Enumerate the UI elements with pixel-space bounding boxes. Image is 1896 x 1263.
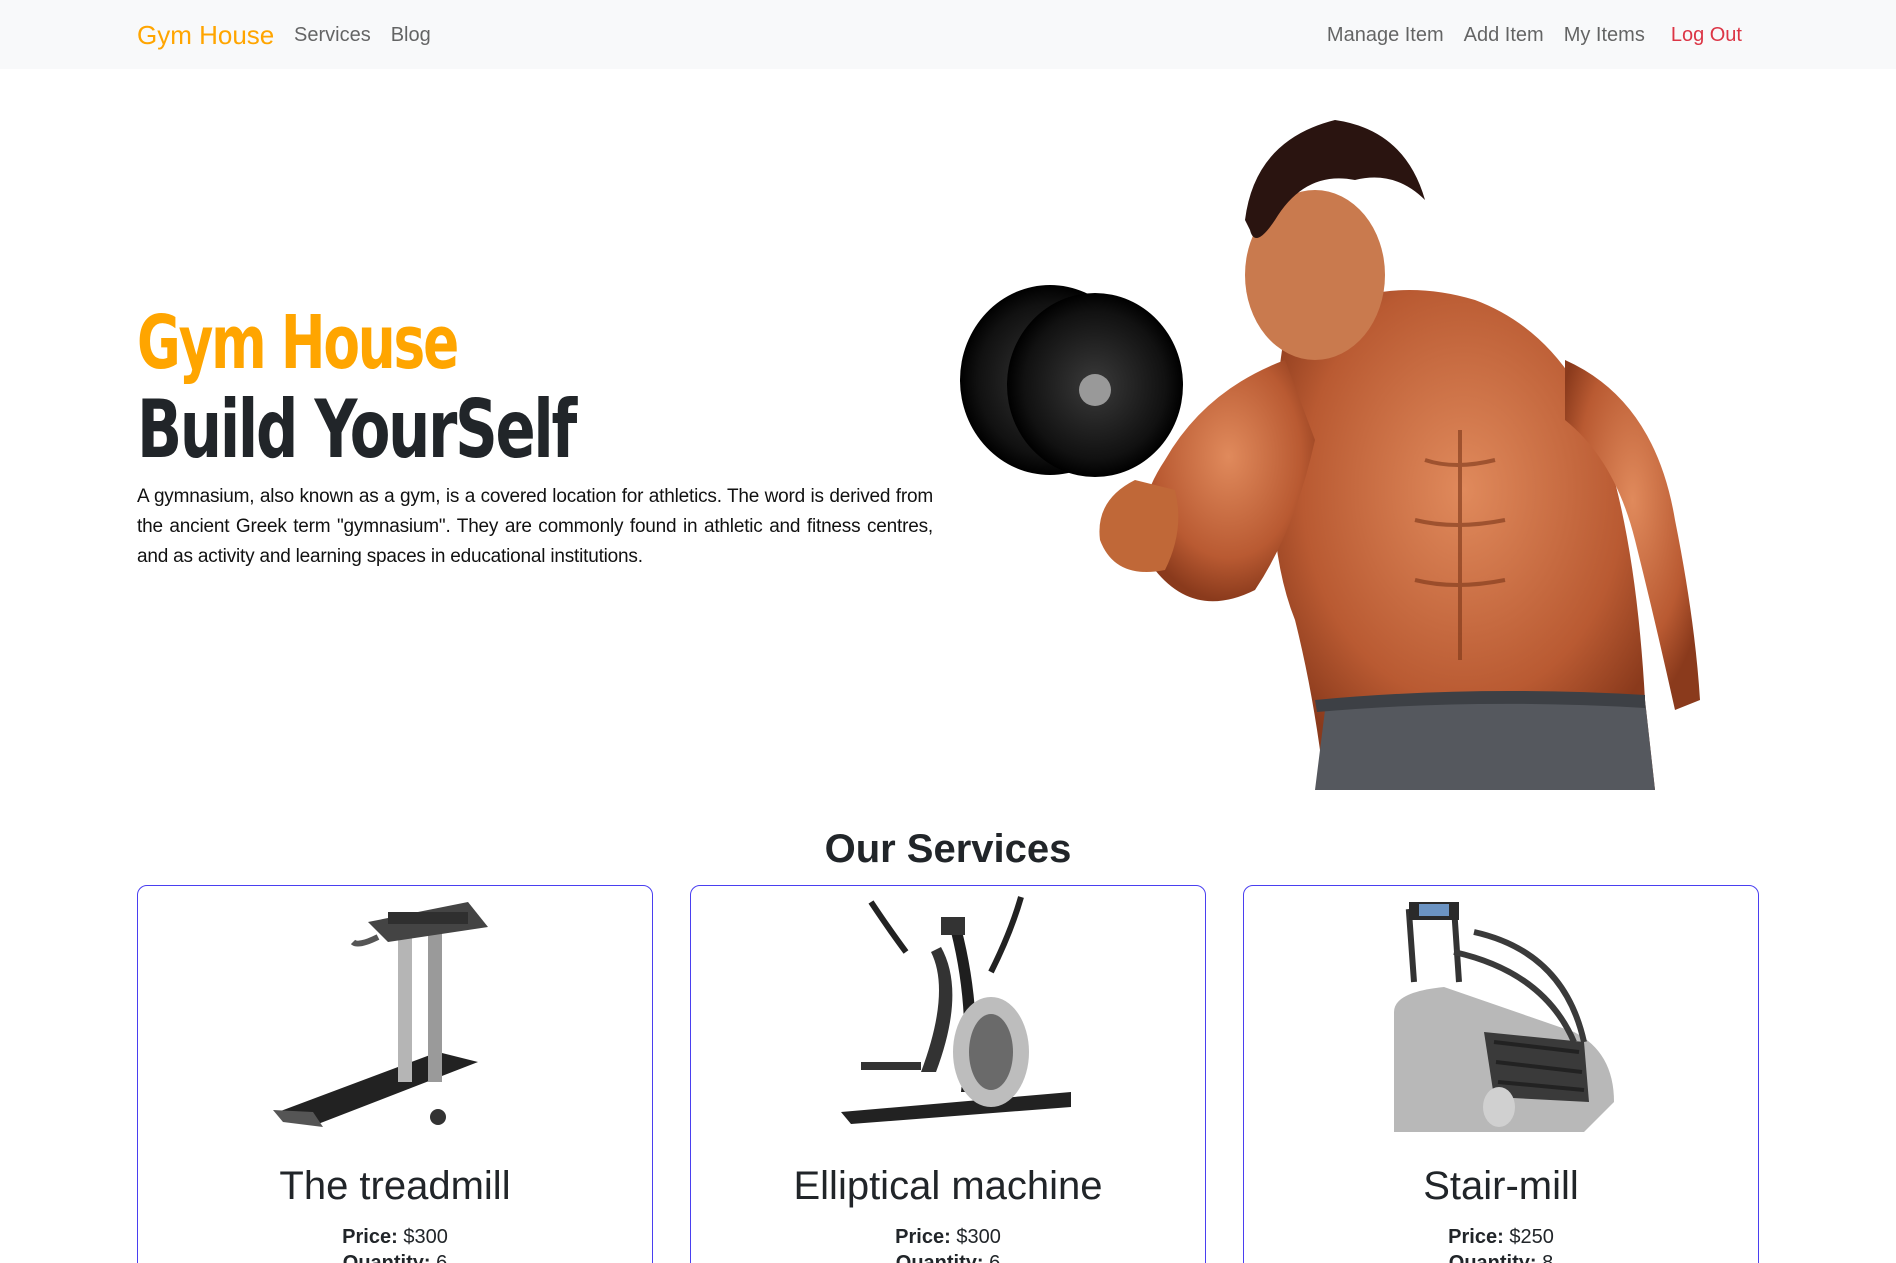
services-title: Our Services xyxy=(824,827,1072,871)
logout-link[interactable]: Log Out xyxy=(1671,24,1742,47)
treadmill-image xyxy=(138,892,652,1142)
nav-left: Services Blog xyxy=(294,24,431,47)
service-card-treadmill[interactable]: The treadmill Price: $300 Quantity: 6 xyxy=(137,885,653,1263)
card-price: Price: $300 xyxy=(342,1226,448,1248)
card-title: The treadmill xyxy=(279,1164,511,1208)
nav-link-blog[interactable]: Blog xyxy=(391,24,431,47)
hero-description: A gymnasium, also known as a gym, is a c… xyxy=(137,486,933,567)
card-title: Elliptical machine xyxy=(793,1164,1103,1208)
nav-link-add-item[interactable]: Add Item xyxy=(1464,24,1544,47)
service-card-elliptical[interactable]: Elliptical machine Price: $300 Quantity:… xyxy=(690,885,1206,1263)
card-price: Price: $250 xyxy=(1448,1226,1554,1248)
nav-link-services[interactable]: Services xyxy=(294,24,371,47)
hero-title: Gym House xyxy=(137,300,459,386)
hero-section: Gym House Build YourSelf A gymnasium, al… xyxy=(137,300,933,572)
stair-mill-image xyxy=(1244,892,1758,1142)
nav-link-manage-item[interactable]: Manage Item xyxy=(1327,24,1444,47)
hero-subtitle: Build YourSelf xyxy=(137,383,577,476)
card-quantity: Quantity: 6 xyxy=(895,1252,1001,1263)
elliptical-image xyxy=(691,892,1205,1142)
services-cards: The treadmill Price: $300 Quantity: 6 El… xyxy=(137,885,1759,1263)
service-card-stair-mill[interactable]: Stair-mill Price: $250 Quantity: 8 xyxy=(1243,885,1759,1263)
hero-bodybuilder-image xyxy=(955,100,1755,790)
nav-link-my-items[interactable]: My Items xyxy=(1564,24,1645,47)
card-quantity: Quantity: 6 xyxy=(342,1252,448,1263)
navbar: Gym House Services Blog Manage Item Add … xyxy=(0,0,1896,69)
card-title: Stair-mill xyxy=(1423,1164,1579,1208)
brand-link[interactable]: Gym House xyxy=(137,20,274,51)
card-quantity: Quantity: 8 xyxy=(1448,1252,1554,1263)
nav-right: Manage Item Add Item My Items Log Out xyxy=(1327,24,1742,47)
card-price: Price: $300 xyxy=(895,1226,1001,1248)
